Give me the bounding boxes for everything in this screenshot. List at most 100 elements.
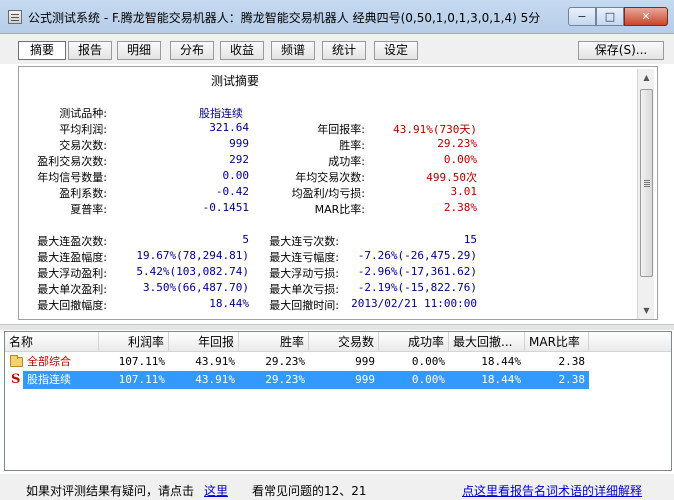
table-row-selected[interactable]: S 股指连续 107.11% 43.91% 29.23% 999 0.00% 1… — [5, 371, 671, 389]
row-name: 全部综合 — [27, 355, 71, 368]
app-icon — [8, 10, 22, 24]
cell-profit-rate: 107.11% — [118, 373, 165, 386]
max-drawdown-time-value: 2013/02/21 11:00:00 — [351, 297, 477, 310]
max-drawdown-value: 18.44% — [209, 297, 249, 310]
window-title: 公式测试系统 - F.腾龙智能交易机器人：腾龙智能交易机器人 经典四号(0,50… — [28, 11, 541, 25]
annual-trades-label: 年均交易次数: — [295, 171, 365, 184]
tab-spectrum[interactable]: 频谱 — [271, 41, 315, 60]
table-row[interactable]: 全部综合 107.11% 43.91% 29.23% 999 0.00% 18.… — [5, 353, 671, 371]
max-float-loss-value: -2.96%(-17,361.62) — [357, 265, 477, 278]
tab-detail[interactable]: 明细 — [117, 41, 161, 60]
window-controls: − □ ✕ — [568, 7, 668, 26]
mar-ratio-label: MAR比率: — [314, 203, 365, 216]
cell-trades: 999 — [355, 373, 375, 386]
tab-summary[interactable]: 摘要 — [18, 41, 66, 60]
annual-return-label: 年回报率: — [317, 123, 365, 136]
here-link[interactable]: 这里 — [204, 482, 228, 499]
faq-text: 看常见问题的12、21 — [252, 484, 367, 498]
save-button[interactable]: 保存(S)... — [578, 41, 664, 60]
col-annual-return[interactable]: 年回报 — [169, 332, 239, 352]
avg-profit-value: 321.64 — [209, 121, 249, 134]
max-win-streak-label: 最大连盈次数: — [37, 235, 107, 248]
signal-count-value: 0.00 — [222, 169, 250, 182]
maximize-button[interactable]: □ — [596, 7, 624, 26]
max-drawdown-label: 最大回撤幅度: — [37, 299, 107, 312]
annual-trades-value: 499.50次 — [426, 171, 477, 184]
max-loss-range-value: -7.26%(-26,475.29) — [357, 249, 477, 262]
max-single-loss-value: -2.19%(-15,822.76) — [357, 281, 477, 294]
success-rate-value: 0.00% — [443, 153, 477, 166]
avg-win-loss-label: 均盈利/均亏损: — [291, 187, 365, 200]
cell-win-rate: 29.23% — [265, 373, 305, 386]
tab-statistics[interactable]: 统计 — [322, 41, 366, 60]
toolbar: 摘要 报告 明细 分布 收益 频谱 统计 设定 保存(S)... — [0, 34, 674, 64]
tab-distribution[interactable]: 分布 — [170, 41, 214, 60]
col-name[interactable]: 名称 — [5, 332, 99, 352]
sharpe-label: 夏普率: — [70, 203, 107, 216]
splitter[interactable] — [0, 324, 674, 330]
avg-win-loss-value: 3.01 — [450, 185, 478, 198]
variety-label: 测试品种: — [59, 107, 107, 120]
avg-profit-label: 平均利润: — [59, 123, 107, 136]
glossary-link[interactable]: 点这里看报告名词术语的详细解释 — [462, 482, 642, 499]
sharpe-value: -0.1451 — [202, 201, 249, 214]
win-rate-label: 胜率: — [339, 139, 365, 152]
max-drawdown-time-label: 最大回撤时间: — [269, 299, 339, 312]
max-loss-streak-label: 最大连亏次数: — [269, 235, 339, 248]
question-text: 如果对评测结果有疑问，请点击 — [26, 484, 195, 498]
cell-profit-rate: 107.11% — [118, 355, 165, 368]
profit-factor-value: -0.42 — [215, 185, 249, 198]
signal-count-label: 年均信号数量: — [37, 171, 107, 184]
footer: 如果对评测结果有疑问，请点击 这里 看常见问题的12、21 点这里看报告名词术语… — [0, 474, 674, 500]
max-loss-range-label: 最大连亏幅度: — [269, 251, 339, 264]
col-success-rate[interactable]: 成功率 — [379, 332, 449, 352]
annual-return-value: 43.91%(730天) — [393, 123, 477, 136]
max-win-range-label: 最大连盈幅度: — [37, 251, 107, 264]
max-float-loss-label: 最大浮动亏损: — [269, 267, 339, 280]
success-rate-label: 成功率: — [328, 155, 365, 168]
title-bar: 公式测试系统 - F.腾龙智能交易机器人：腾龙智能交易机器人 经典四号(0,50… — [0, 0, 674, 34]
max-float-profit-label: 最大浮动盈利: — [37, 267, 107, 280]
mar-ratio-value: 2.38% — [443, 201, 477, 214]
table-header: 名称 利润率 年回报 胜率 交易数 成功率 最大回撤... MAR比率 — [5, 332, 671, 352]
summary-scrollbar[interactable]: ▲ ▼ — [637, 69, 654, 319]
trade-count-value: 999 — [229, 137, 249, 150]
trade-count-label: 交易次数: — [59, 139, 107, 152]
summary-panel: 测试摘要 测试品种: 股指连续 平均利润: 321.64 交易次数: 999 盈… — [18, 66, 658, 320]
col-max-drawdown[interactable]: 最大回撤... — [449, 332, 525, 352]
row-name: 股指连续 — [23, 371, 99, 389]
win-trades-label: 盈利交易次数: — [37, 155, 107, 168]
max-loss-streak-value: 15 — [463, 233, 477, 246]
win-trades-value: 292 — [229, 153, 249, 166]
minimize-button[interactable]: − — [568, 7, 596, 26]
cell-success-rate: 0.00% — [411, 355, 445, 368]
max-single-profit-value: 3.50%(66,487.70) — [143, 281, 249, 294]
results-table: 名称 利润率 年回报 胜率 交易数 成功率 最大回撤... MAR比率 全部综合… — [4, 331, 672, 471]
scroll-down-icon[interactable]: ▼ — [638, 302, 655, 319]
max-float-profit-value: 5.42%(103,082.74) — [136, 265, 249, 278]
tab-settings[interactable]: 设定 — [374, 41, 418, 60]
col-win-rate[interactable]: 胜率 — [239, 332, 309, 352]
scroll-thumb[interactable] — [640, 89, 653, 277]
max-win-streak-value: 5 — [242, 233, 249, 246]
col-trades[interactable]: 交易数 — [309, 332, 379, 352]
cell-annual-return: 43.91% — [195, 373, 235, 386]
scroll-up-icon[interactable]: ▲ — [638, 69, 655, 86]
close-button[interactable]: ✕ — [624, 7, 668, 26]
profit-factor-label: 盈利系数: — [59, 187, 107, 200]
cell-annual-return: 43.91% — [195, 355, 235, 368]
cell-max-drawdown: 18.44% — [481, 355, 521, 368]
folder-icon — [10, 355, 23, 367]
cell-success-rate: 0.00% — [411, 373, 445, 386]
tab-report[interactable]: 报告 — [68, 41, 112, 60]
max-win-range-value: 19.67%(78,294.81) — [136, 249, 249, 262]
max-single-profit-label: 最大单次盈利: — [37, 283, 107, 296]
col-mar-ratio[interactable]: MAR比率 — [525, 332, 589, 352]
col-profit-rate[interactable]: 利润率 — [99, 332, 169, 352]
strategy-s-icon: S — [11, 372, 21, 387]
cell-trades: 999 — [355, 355, 375, 368]
tab-income[interactable]: 收益 — [220, 41, 264, 60]
cell-max-drawdown: 18.44% — [481, 373, 521, 386]
cell-win-rate: 29.23% — [265, 355, 305, 368]
cell-mar-ratio: 2.38 — [558, 355, 586, 368]
